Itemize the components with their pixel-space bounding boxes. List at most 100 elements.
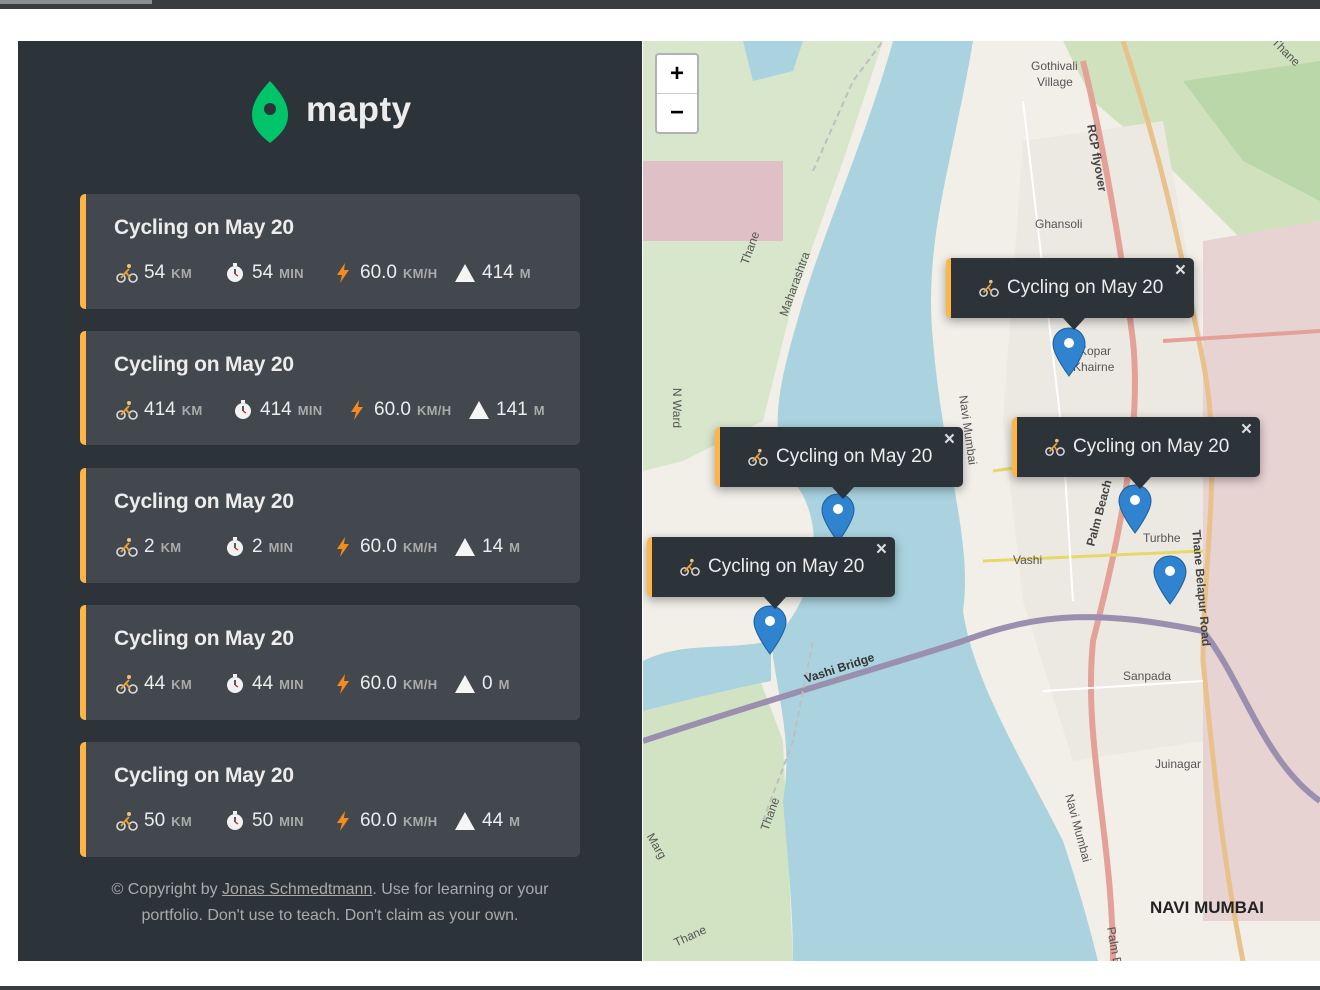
- map-label: Ghansoli: [1035, 217, 1083, 231]
- workout-card[interactable]: Cycling on May 20 54 km 54 min 60.0 km/h: [80, 194, 580, 309]
- workout-details: 44 km 44 min 60.0 km/h 0 m: [116, 673, 510, 695]
- workout-popup[interactable]: Cycling on May 20 ×: [715, 427, 963, 499]
- distance-value: 2: [144, 536, 155, 557]
- browser-bottom-bar: [0, 986, 1320, 990]
- elevation-unit: m: [509, 814, 521, 829]
- duration-unit: min: [279, 266, 304, 281]
- mountain-icon: [455, 264, 475, 282]
- distance-unit: km: [171, 677, 192, 692]
- cyclist-icon: [116, 675, 138, 694]
- lightning-icon: [337, 537, 349, 557]
- duration-value: 50: [252, 810, 274, 831]
- logo-text: mapty: [306, 90, 412, 129]
- workout-popup[interactable]: Cycling on May 20 ×: [647, 537, 895, 609]
- popup-close-button[interactable]: ×: [944, 429, 955, 451]
- duration-value: 44: [252, 673, 274, 694]
- workout-popup[interactable]: Cycling on May 20 ×: [1012, 417, 1260, 489]
- map-marker-icon[interactable]: [1118, 484, 1152, 534]
- zoom-out-button[interactable]: −: [657, 94, 697, 132]
- stopwatch-icon: [227, 263, 243, 282]
- workout-card[interactable]: Cycling on May 20 50 km 50 min 60.0 km/h: [80, 742, 580, 857]
- workout-title: Cycling on May 20: [114, 353, 294, 376]
- cyclist-icon: [1045, 438, 1065, 456]
- distance-unit: km: [160, 540, 182, 555]
- speed-value: 60.0: [360, 536, 397, 557]
- elevation-unit: m: [519, 266, 531, 281]
- duration-value: 414: [260, 399, 292, 420]
- popup-title: Cycling on May 20: [1073, 436, 1230, 457]
- workout-card[interactable]: Cycling on May 20 2 km 2 min 60.0 km/h: [80, 468, 580, 583]
- zoom-in-button[interactable]: +: [657, 55, 697, 94]
- distance-value: 414: [144, 399, 176, 420]
- lightning-icon: [337, 674, 349, 694]
- cyclist-icon: [116, 538, 138, 557]
- map-marker-icon[interactable]: [1052, 327, 1086, 377]
- workout-details: 50 km 50 min 60.0 km/h 44 m: [116, 810, 520, 832]
- distance-value: 54: [144, 262, 166, 283]
- mountain-icon: [455, 538, 475, 556]
- duration-unit: min: [297, 403, 323, 418]
- popup-close-button[interactable]: ×: [1175, 260, 1186, 282]
- elevation-value: 141: [496, 399, 528, 420]
- map-label: NAVI MUMBAI: [1150, 898, 1264, 917]
- elevation-unit: m: [509, 540, 521, 555]
- speed-unit: km/h: [402, 266, 438, 281]
- map-marker-icon[interactable]: [1153, 555, 1187, 605]
- distance-unit: km: [171, 266, 192, 281]
- popup-close-button[interactable]: ×: [876, 539, 887, 561]
- cyclist-icon: [748, 448, 768, 466]
- popup-title: Cycling on May 20: [1007, 277, 1164, 298]
- workout-title: Cycling on May 20: [114, 627, 294, 650]
- stopwatch-icon: [227, 674, 243, 693]
- workout-popup[interactable]: Cycling on May 20 ×: [946, 258, 1194, 330]
- cyclist-icon: [116, 812, 138, 831]
- mountain-icon: [455, 812, 475, 830]
- distance-unit: km: [181, 403, 203, 418]
- workout-details: 54 km 54 min 60.0 km/h 414 m: [116, 262, 531, 284]
- map-label: Gothivali: [1031, 59, 1078, 73]
- speed-unit: km/h: [402, 540, 438, 555]
- workout-details: 414 km 414 min 60.0 km/h 141 m: [116, 399, 545, 421]
- logo: mapty: [250, 79, 412, 145]
- speed-unit: km/h: [416, 403, 452, 418]
- mountain-icon: [469, 401, 489, 419]
- stopwatch-icon: [235, 400, 251, 419]
- map-label: Village: [1037, 75, 1073, 89]
- workout-title: Cycling on May 20: [114, 216, 294, 239]
- workout-card[interactable]: Cycling on May 20 414 km 414 min 60.0 km…: [80, 331, 580, 445]
- lightning-icon: [337, 811, 349, 831]
- elevation-value: 44: [482, 810, 504, 831]
- map-label: Sanpada: [1123, 669, 1172, 683]
- workout-title: Cycling on May 20: [114, 490, 294, 513]
- workout-details: 2 km 2 min 60.0 km/h 14 m: [116, 536, 520, 558]
- speed-unit: km/h: [402, 677, 438, 692]
- workout-card[interactable]: Cycling on May 20 44 km 44 min 60.0 km/h: [80, 605, 580, 720]
- map-tiles[interactable]: [643, 41, 1320, 961]
- popup-title: Cycling on May 20: [708, 556, 865, 577]
- map-label: Vashi: [1013, 553, 1043, 567]
- cyclist-icon: [979, 279, 999, 297]
- map[interactable]: Gothivali Village RCP flyover Ghansoli K…: [643, 41, 1320, 961]
- speed-value: 60.0: [360, 262, 397, 283]
- author-link[interactable]: Jonas Schmedtmann: [222, 881, 372, 898]
- map-label: N Ward: [670, 387, 685, 429]
- popup-close-button[interactable]: ×: [1241, 419, 1252, 441]
- map-marker-icon[interactable]: [821, 493, 855, 543]
- duration-value: 2: [252, 536, 263, 557]
- copyright-prefix: © Copyright by: [111, 881, 223, 898]
- cyclist-icon: [116, 401, 138, 420]
- workout-title: Cycling on May 20: [114, 764, 294, 787]
- duration-value: 54: [252, 262, 274, 283]
- lightning-icon: [351, 400, 363, 420]
- speed-value: 60.0: [360, 673, 397, 694]
- elevation-unit: m: [498, 677, 510, 692]
- popup-title: Cycling on May 20: [776, 446, 933, 467]
- zoom-control: + −: [655, 53, 699, 134]
- sidebar: mapty Cycling on May 20 54 km 54 min 60.…: [18, 41, 642, 961]
- elevation-unit: m: [533, 403, 545, 418]
- map-marker-icon[interactable]: [753, 605, 787, 655]
- distance-value: 44: [144, 673, 166, 694]
- stopwatch-icon: [227, 811, 243, 830]
- elevation-value: 414: [482, 262, 514, 283]
- speed-value: 60.0: [374, 399, 411, 420]
